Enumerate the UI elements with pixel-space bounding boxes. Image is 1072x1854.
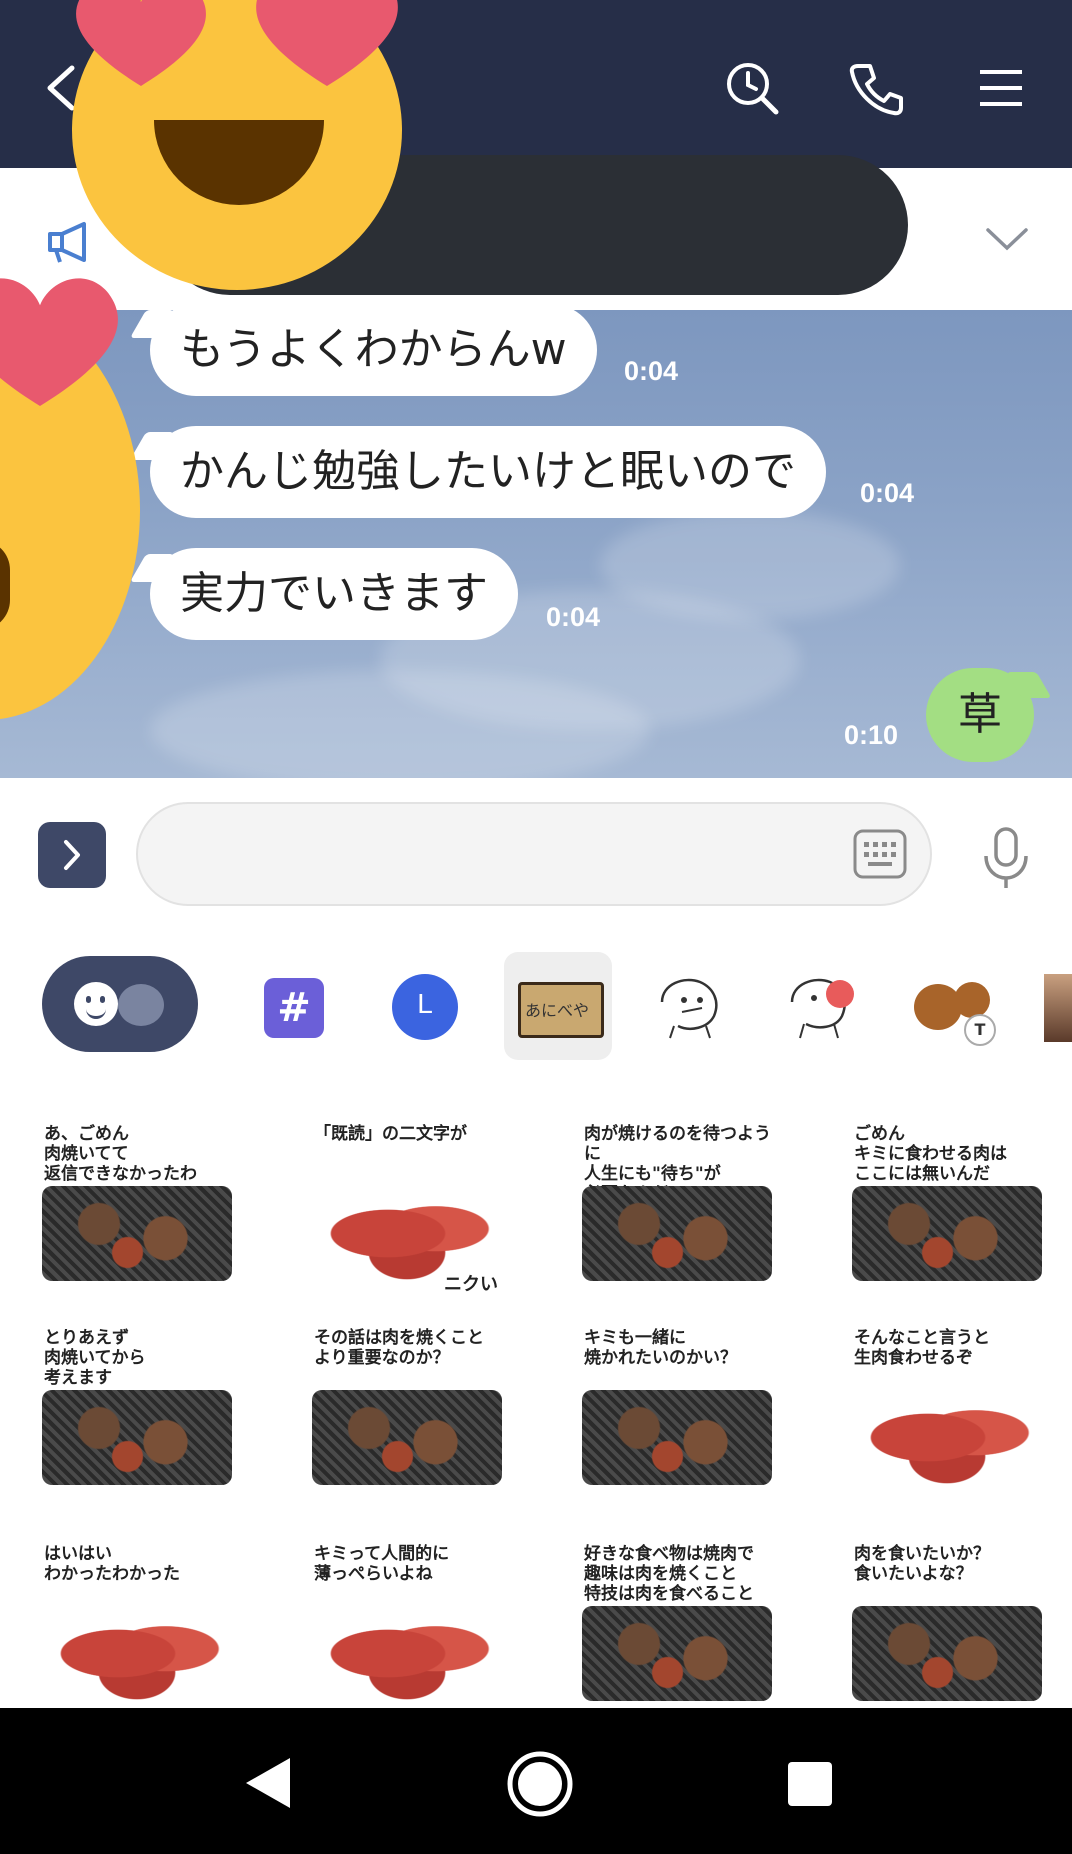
keyboard-icon[interactable] bbox=[852, 828, 908, 880]
type-badge: T bbox=[964, 1014, 996, 1046]
heart-eyes-emoji-overlay bbox=[72, 0, 402, 290]
raw-meat-image bbox=[42, 1606, 232, 1701]
sticker-caption: とりあえず 肉焼いてから 考えます bbox=[44, 1328, 146, 1388]
sticker-caption: はいはい わかったわかった bbox=[44, 1544, 180, 1584]
search-icon[interactable] bbox=[722, 58, 782, 118]
grilled-meat-image bbox=[852, 1606, 1042, 1701]
bear-icon bbox=[118, 984, 164, 1026]
message-bubble-incoming[interactable]: もうよくわからんw bbox=[150, 304, 597, 396]
sticker-item[interactable]: 肉が焼けるのを待つように 人生にも"待ち"が 必要なんだ bbox=[578, 1116, 778, 1296]
sticker-item[interactable]: キミも一緒に 焼かれたいのかい？ bbox=[578, 1320, 778, 1500]
grilled-meat-image bbox=[852, 1186, 1042, 1281]
microphone-icon[interactable] bbox=[978, 826, 1034, 890]
sticker-caption: ごめん キミに食わせる肉は ここには無いんだ bbox=[854, 1124, 1007, 1184]
sticker-subcaption: ニクい bbox=[444, 1274, 498, 1295]
sticker-item[interactable]: あ、ごめん 肉焼いてて 返信できなかったわ bbox=[38, 1116, 238, 1296]
grilled-meat-image bbox=[42, 1390, 232, 1485]
message-input[interactable] bbox=[136, 802, 932, 906]
sticker-caption: 「既読」の二文字が bbox=[314, 1124, 467, 1144]
hamburger-menu-icon[interactable] bbox=[970, 58, 1030, 118]
signboard-icon: あにべや bbox=[518, 982, 604, 1038]
message-bubble-incoming[interactable]: 実力でいきます bbox=[150, 548, 518, 640]
sticker-item[interactable]: キミって人間的に 薄っぺらいよね bbox=[308, 1536, 508, 1708]
message-timestamp: 0:04 bbox=[624, 356, 679, 386]
sticker-item[interactable]: とりあえず 肉焼いてから 考えます bbox=[38, 1320, 238, 1500]
system-nav-bar bbox=[0, 1708, 1072, 1854]
sticker-grid: あ、ごめん 肉焼いてて 返信できなかったわ 「既読」の二文字が ニクい 肉が焼けるのを… bbox=[0, 1080, 1072, 1708]
heart-eyes-emoji-overlay bbox=[0, 278, 140, 720]
doodle-face-apple-icon[interactable] bbox=[784, 970, 860, 1042]
smiley-icon bbox=[74, 982, 118, 1026]
sticker-caption: 好きな食べ物は焼肉で 趣味は肉を焼くこと 特技は肉を食べること bbox=[584, 1544, 754, 1604]
tab-emoji[interactable] bbox=[42, 956, 198, 1052]
tab-more-sticker[interactable] bbox=[1044, 974, 1072, 1042]
doodle-face-icon[interactable] bbox=[654, 972, 724, 1042]
message-bubble-outgoing[interactable]: 草 bbox=[926, 668, 1034, 762]
sticker-item[interactable]: 「既読」の二文字がニクい bbox=[308, 1116, 508, 1296]
sticker-caption: キミって人間的に 薄っぺらいよね bbox=[314, 1544, 450, 1584]
message-timestamp: 0:04 bbox=[546, 602, 601, 632]
square-recents-icon[interactable] bbox=[788, 1762, 832, 1806]
grilled-meat-image bbox=[582, 1606, 772, 1701]
raw-meat-image bbox=[312, 1606, 502, 1701]
sticker-tab-bar: # L あにべや T bbox=[0, 930, 1072, 1080]
triangle-back-icon[interactable] bbox=[242, 1756, 292, 1810]
sticker-item[interactable]: そんなこと言うと 生肉食わせるぞ bbox=[848, 1320, 1048, 1500]
sticker-item[interactable]: ごめん キミに食わせる肉は ここには無いんだ bbox=[848, 1116, 1048, 1296]
grilled-meat-image bbox=[582, 1186, 772, 1281]
tab-hashtag[interactable]: # bbox=[264, 978, 324, 1038]
raw-meat-image bbox=[312, 1186, 502, 1281]
circle-home-icon[interactable] bbox=[506, 1750, 574, 1818]
sticker-caption: あ、ごめん 肉焼いてて 返信できなかったわ bbox=[44, 1124, 197, 1184]
grilled-meat-image bbox=[42, 1186, 232, 1281]
phone-icon[interactable] bbox=[846, 58, 906, 118]
grilled-meat-image bbox=[312, 1390, 502, 1485]
tab-line-store[interactable]: L bbox=[392, 974, 458, 1040]
heart-icon bbox=[256, 0, 398, 86]
raw-meat-image bbox=[852, 1390, 1042, 1485]
sticker-item[interactable]: はいはい わかったわかった bbox=[38, 1536, 238, 1708]
sticker-item[interactable]: 肉を食いたいか？ 食いたいよな？ bbox=[848, 1536, 1048, 1708]
sticker-caption: そんなこと言うと 生肉食わせるぞ bbox=[854, 1328, 990, 1368]
sticker-item[interactable]: 好きな食べ物は焼肉で 趣味は肉を焼くこと 特技は肉を食べること bbox=[578, 1536, 778, 1708]
message-input-bar bbox=[0, 778, 1072, 930]
chevron-right-icon[interactable] bbox=[38, 822, 106, 888]
sticker-caption: 肉を食いたいか？ 食いたいよな？ bbox=[854, 1544, 990, 1584]
heart-icon bbox=[76, 0, 206, 86]
sticker-caption: その話は肉を焼くこと より重要なのか？ bbox=[314, 1328, 484, 1368]
sticker-item[interactable]: その話は肉を焼くこと より重要なのか？ bbox=[308, 1320, 508, 1500]
sticker-caption: キミも一緒に 焼かれたいのかい？ bbox=[584, 1328, 737, 1368]
heart-icon bbox=[0, 278, 118, 406]
tab-anibeya[interactable]: あにべや bbox=[504, 952, 612, 1060]
chevron-down-icon[interactable] bbox=[984, 224, 1030, 254]
message-timestamp: 0:10 bbox=[844, 720, 899, 750]
grilled-meat-image bbox=[582, 1390, 772, 1485]
message-timestamp: 0:04 bbox=[860, 478, 915, 508]
message-bubble-incoming[interactable]: かんじ勉強したいけと眠いので bbox=[150, 426, 826, 518]
tab-bear-sticker[interactable]: T bbox=[910, 978, 996, 1046]
